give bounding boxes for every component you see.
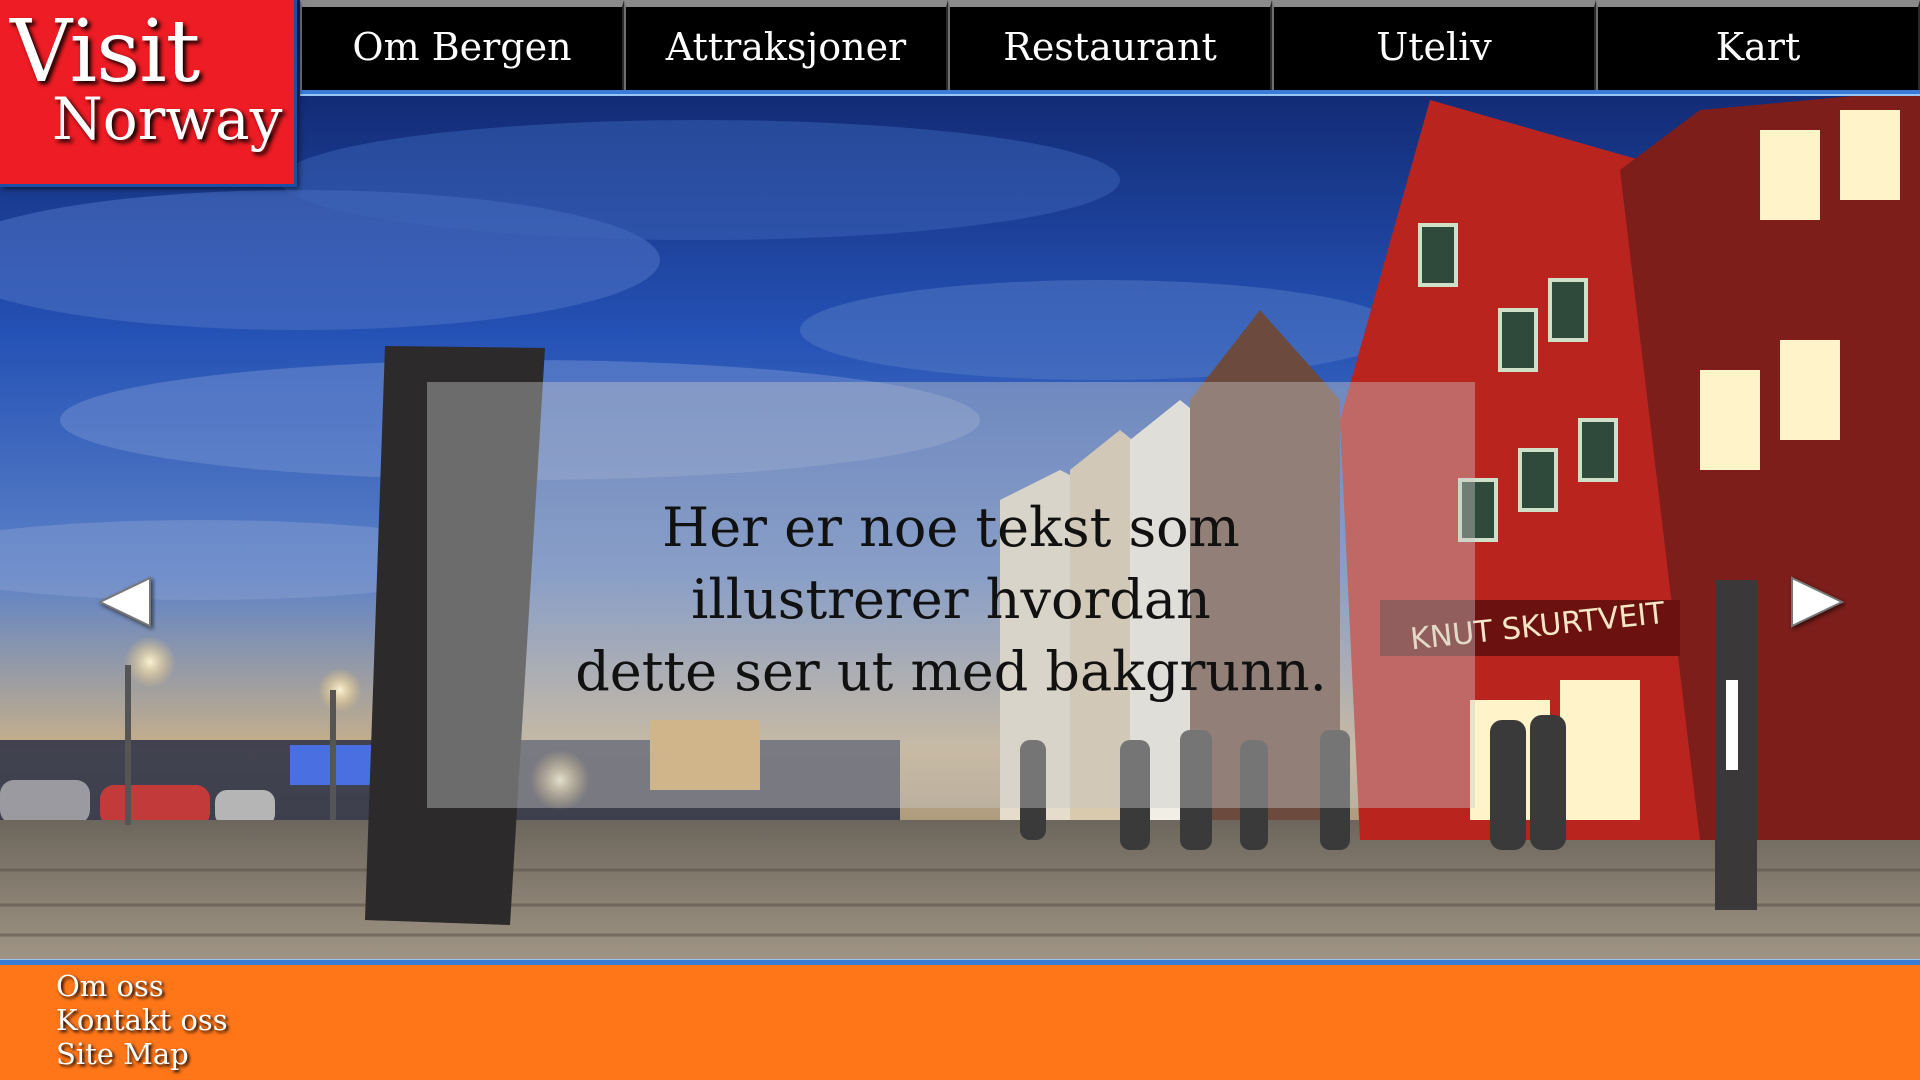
footer-link-om-oss[interactable]: Om oss	[56, 969, 228, 1003]
footer-link-site-map[interactable]: Site Map	[56, 1037, 228, 1071]
nav-item-om-bergen[interactable]: Om Bergen	[300, 0, 624, 90]
slider-next-button[interactable]	[1786, 572, 1846, 632]
nav-item-kart[interactable]: Kart	[1596, 0, 1920, 90]
nav-item-uteliv[interactable]: Uteliv	[1272, 0, 1596, 90]
arrow-right-icon	[1791, 576, 1845, 628]
footer-link-kontakt-oss[interactable]: Kontakt oss	[56, 1003, 228, 1037]
hero-text-line-2: illustrerer hvordan	[691, 568, 1211, 631]
site-logo[interactable]: Visit Norway	[0, 0, 297, 187]
nav-item-restaurant[interactable]: Restaurant	[948, 0, 1272, 90]
hero-text-line-1: Her er noe tekst som	[662, 496, 1240, 559]
arrow-left-icon	[97, 576, 151, 628]
footer-links: Om oss Kontakt oss Site Map	[56, 969, 228, 1071]
page: KNUT SKURTVEIT Visit Norway Om Bergen At…	[0, 0, 1920, 1080]
nav-item-attraksjoner[interactable]: Attraksjoner	[624, 0, 948, 90]
hero-text: Her er noe tekst som illustrerer hvordan…	[501, 492, 1401, 708]
logo-text-norway: Norway	[52, 85, 283, 153]
slider-prev-button[interactable]	[96, 572, 156, 632]
footer: Om oss Kontakt oss Site Map	[0, 965, 1920, 1080]
hero-text-overlay: Her er noe tekst som illustrerer hvordan…	[427, 382, 1475, 808]
hero-text-line-3: dette ser ut med bakgrunn.	[575, 640, 1327, 703]
main-navigation: Om Bergen Attraksjoner Restaurant Uteliv…	[300, 0, 1920, 94]
